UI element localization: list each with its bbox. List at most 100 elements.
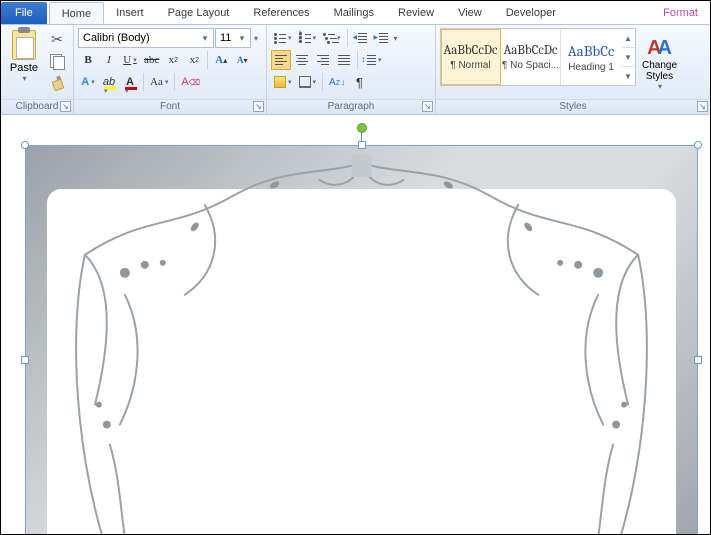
gallery-down[interactable]: ▼ <box>621 47 635 66</box>
shading-button[interactable] <box>271 72 295 92</box>
font-name-value: Calibri (Body) <box>83 32 199 44</box>
underline-button[interactable]: U <box>120 50 140 70</box>
text-effects-button[interactable]: A <box>78 72 98 92</box>
rotation-stem <box>361 132 362 141</box>
ribbon: Paste ▾ ✂ Clipboard Calibri (Body)▾ 11▾ … <box>1 25 710 115</box>
borders-button[interactable] <box>296 72 320 92</box>
borders-icon <box>299 76 311 88</box>
align-left-button[interactable] <box>271 50 291 70</box>
chevron-down-icon: ▾ <box>199 33 211 44</box>
styles-gallery: AaBbCcDc ¶ Normal AaBbCcDc ¶ No Spaci...… <box>440 28 636 86</box>
align-right-button[interactable] <box>313 50 333 70</box>
format-painter-button[interactable] <box>47 73 67 93</box>
clipboard-launcher[interactable] <box>60 101 71 112</box>
align-right-icon <box>317 55 329 65</box>
change-styles-icon: AA <box>647 37 672 60</box>
gallery-up[interactable]: ▲ <box>621 29 635 47</box>
tab-page-layout[interactable]: Page Layout <box>156 2 242 24</box>
paste-button[interactable]: Paste ▾ <box>5 27 43 93</box>
resize-handle-w[interactable] <box>21 356 29 364</box>
selected-picture[interactable] <box>25 145 698 534</box>
strikethrough-button[interactable]: abc <box>141 50 162 70</box>
scissors-icon: ✂ <box>51 31 63 48</box>
tab-format[interactable]: Format <box>651 2 710 24</box>
tab-review[interactable]: Review <box>386 2 446 24</box>
gallery-more[interactable]: ▼ <box>621 66 635 85</box>
group-label-clipboard: Clipboard <box>1 99 73 114</box>
chevron-down-icon: ▾ <box>22 74 26 83</box>
paste-label: Paste <box>10 62 38 74</box>
increase-indent-button[interactable] <box>372 28 392 48</box>
group-label-paragraph: Paragraph <box>267 99 435 114</box>
numbering-button[interactable] <box>296 28 320 48</box>
font-color-button[interactable]: A <box>120 72 140 92</box>
tab-view[interactable]: View <box>446 2 494 24</box>
resize-handle-ne[interactable] <box>694 141 702 149</box>
separator <box>207 51 208 69</box>
shrink-font-button[interactable]: A▾ <box>232 50 252 70</box>
style-name: Heading 1 <box>568 62 614 73</box>
ribbon-tabstrip: File Home Insert Page Layout References … <box>1 1 710 25</box>
resize-handle-e[interactable] <box>694 356 702 364</box>
sort-button[interactable]: AZ <box>326 72 348 92</box>
align-center-button[interactable] <box>292 50 312 70</box>
tab-references[interactable]: References <box>241 2 321 24</box>
chevron-down-icon: ▾ <box>236 33 248 44</box>
change-styles-button[interactable]: AA Change Styles ▾ <box>640 28 679 99</box>
style-preview: AaBbCcDc <box>443 43 497 58</box>
tab-insert[interactable]: Insert <box>104 2 156 24</box>
brush-icon <box>50 76 64 90</box>
justify-button[interactable] <box>334 50 354 70</box>
paragraph-launcher[interactable] <box>422 101 433 112</box>
highlight-button[interactable]: ab <box>99 72 119 92</box>
copy-icon <box>50 54 64 68</box>
decrease-indent-button[interactable] <box>351 28 371 48</box>
style-normal[interactable]: AaBbCcDc ¶ Normal <box>441 29 501 85</box>
line-spacing-button[interactable] <box>361 50 385 70</box>
grow-font-button[interactable]: A▴ <box>211 50 231 70</box>
tab-home[interactable]: Home <box>49 2 104 24</box>
chevron-down-icon: ▾ <box>658 82 662 91</box>
separator <box>174 73 175 91</box>
show-marks-button[interactable]: ¶ <box>349 72 369 92</box>
subscript-button[interactable]: x2 <box>163 50 183 70</box>
separator <box>347 29 348 47</box>
resize-handle-n[interactable] <box>358 141 366 149</box>
numbering-icon <box>299 33 311 43</box>
paint-bucket-icon <box>274 76 286 88</box>
group-label-font: Font <box>74 99 266 114</box>
copy-button[interactable] <box>47 51 67 71</box>
bullets-button[interactable] <box>271 28 295 48</box>
style-preview: AaBbCcDc <box>503 43 557 58</box>
style-name: ¶ Normal <box>450 60 490 71</box>
group-paragraph: ▾ AZ ¶ Paragraph <box>267 25 436 114</box>
italic-button[interactable]: I <box>99 50 119 70</box>
justify-icon <box>338 55 350 65</box>
group-font: Calibri (Body)▾ 11▾ ▾ B I U abc x2 x2 A▴… <box>74 25 267 114</box>
line-spacing-icon <box>364 54 376 66</box>
bold-button[interactable]: B <box>78 50 98 70</box>
align-left-icon <box>275 55 287 65</box>
clear-formatting-button[interactable]: A⌫ <box>178 72 203 92</box>
font-launcher[interactable] <box>253 101 264 112</box>
sort-icon: AZ <box>329 77 345 88</box>
superscript-button[interactable]: x2 <box>184 50 204 70</box>
separator <box>143 73 144 91</box>
paste-icon <box>12 30 36 60</box>
style-no-spacing[interactable]: AaBbCcDc ¶ No Spaci... <box>501 29 561 85</box>
multilevel-icon <box>323 33 335 43</box>
font-size-combo[interactable]: 11▾ <box>215 28 251 48</box>
style-heading1[interactable]: AaBbCc Heading 1 <box>561 29 621 85</box>
indent-icon <box>376 33 388 43</box>
multilevel-button[interactable] <box>320 28 344 48</box>
change-case-button[interactable]: Aa <box>147 72 171 92</box>
styles-launcher[interactable] <box>697 101 708 112</box>
tab-mailings[interactable]: Mailings <box>322 2 386 24</box>
rotation-handle[interactable] <box>357 123 367 133</box>
cut-button[interactable]: ✂ <box>47 29 67 49</box>
resize-handle-nw[interactable] <box>21 141 29 149</box>
tab-file[interactable]: File <box>1 2 47 24</box>
font-name-combo[interactable]: Calibri (Body)▾ <box>78 28 214 48</box>
document-canvas[interactable] <box>1 115 710 534</box>
tab-developer[interactable]: Developer <box>494 2 568 24</box>
